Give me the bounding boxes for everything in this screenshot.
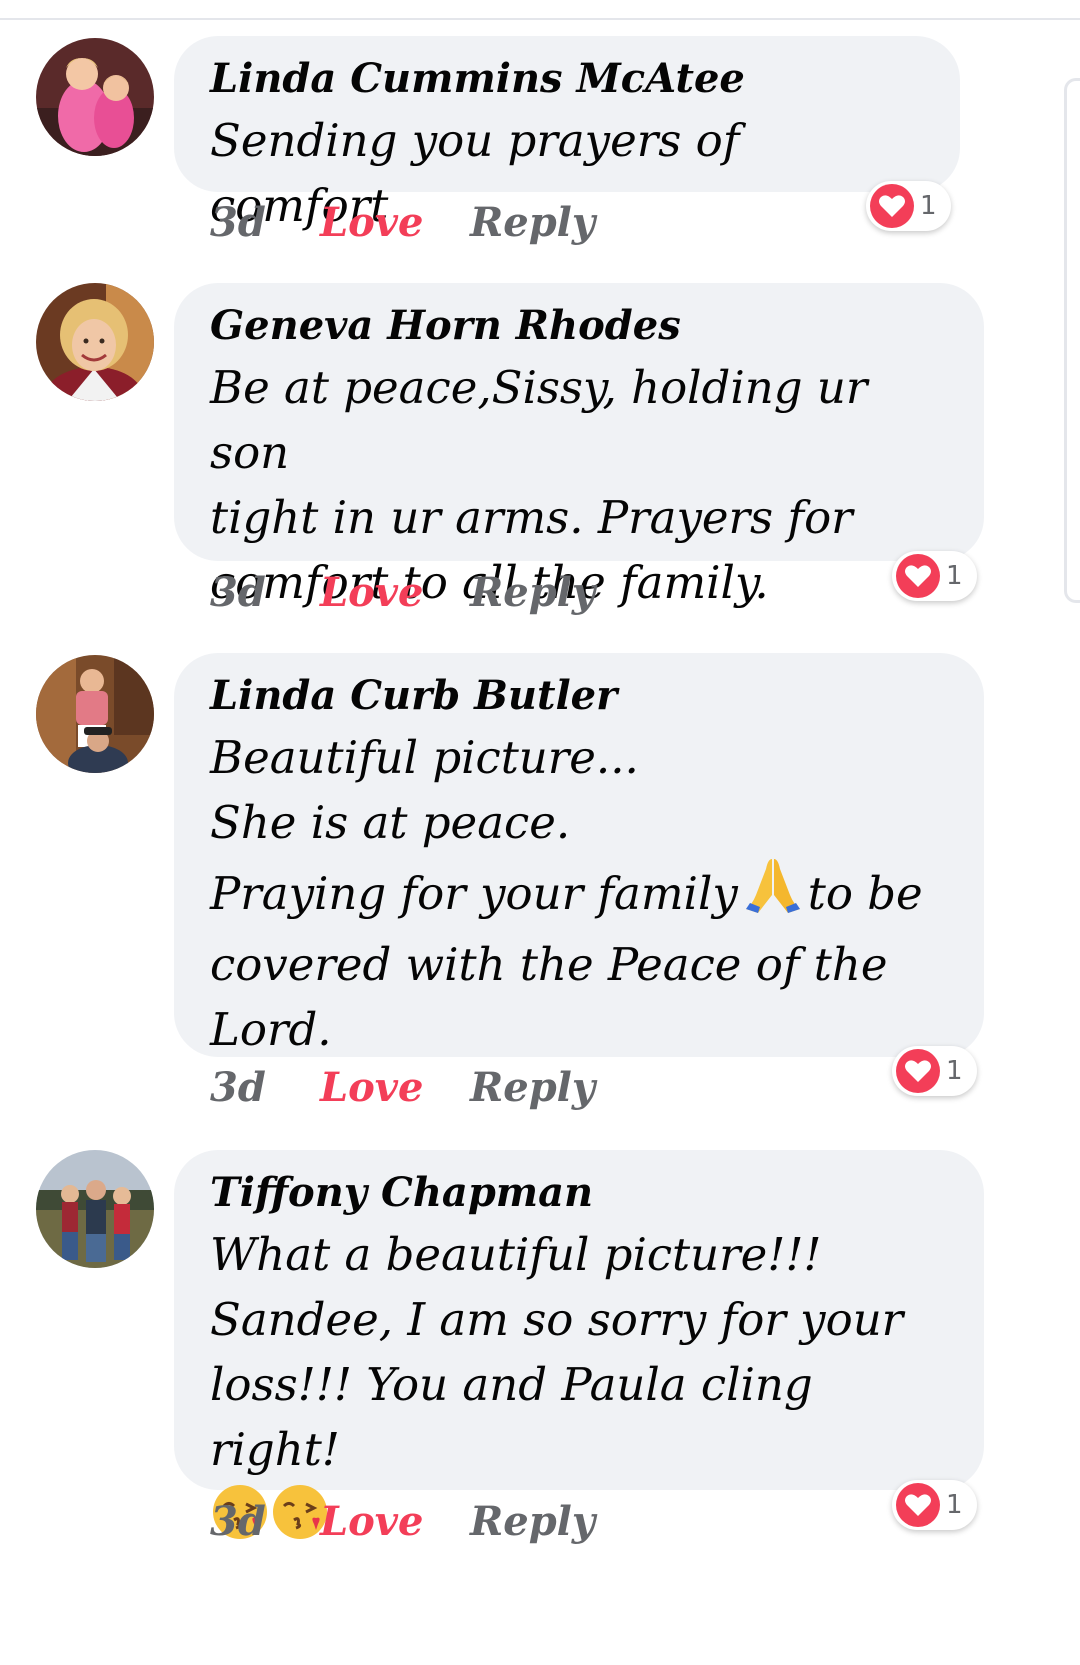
comment-author[interactable]: Linda Cummins McAtee: [210, 50, 926, 108]
love-button[interactable]: Love: [320, 1064, 470, 1111]
comment-actions: 3d Love Reply: [210, 562, 595, 622]
comment-timestamp[interactable]: 3d: [210, 199, 320, 246]
comment-bubble: Tiffony Chapman What a beautiful picture…: [174, 1150, 984, 1539]
heart-icon: [896, 1483, 940, 1527]
reaction-summary[interactable]: 1: [892, 551, 977, 601]
comment-author[interactable]: Linda Curb Butler: [210, 667, 950, 725]
avatar[interactable]: [36, 283, 154, 401]
love-button[interactable]: Love: [320, 199, 470, 246]
reaction-summary[interactable]: 1: [892, 1046, 977, 1096]
comment-line: covered with the Peace of the: [210, 938, 888, 991]
reaction-summary[interactable]: 1: [866, 181, 951, 231]
comment-line: Beautiful picture...: [210, 731, 639, 784]
reaction-count: 1: [920, 191, 937, 221]
reply-button[interactable]: Reply: [470, 199, 595, 246]
top-divider: [0, 18, 1080, 20]
comment-author[interactable]: Geneva Horn Rhodes: [210, 297, 950, 355]
reaction-count: 1: [946, 561, 963, 591]
comment-actions: 3d Love Reply: [210, 192, 595, 252]
comment-author[interactable]: Tiffony Chapman: [210, 1164, 950, 1222]
comment-actions: 3d Love Reply: [210, 1057, 595, 1117]
avatar[interactable]: [36, 38, 154, 156]
comment-bubble: Geneva Horn Rhodes Be at peace,Sissy, ho…: [174, 283, 984, 609]
folded-hands-emoji: [742, 855, 804, 932]
comment-actions: 3d Love Reply: [210, 1491, 595, 1551]
comment-line: tight in ur arms. Prayers for: [210, 491, 853, 544]
comment-timestamp[interactable]: 3d: [210, 1498, 320, 1545]
reaction-count: 1: [946, 1490, 963, 1520]
reply-button[interactable]: Reply: [470, 1498, 595, 1545]
comment-text: Beautiful picture... She is at peace. Pray…: [210, 725, 950, 1062]
comment-line-part: Praying for your family: [210, 867, 738, 920]
comment-line: Sandee, I am so sorry for your: [210, 1293, 904, 1346]
scrollbar[interactable]: [1064, 78, 1080, 603]
comment-line: Be at peace,Sissy, holding ur son: [210, 361, 868, 479]
comment-line: She is at peace.: [210, 796, 571, 849]
avatar[interactable]: [36, 1150, 154, 1268]
comment-line: What a beautiful picture!!!: [210, 1228, 822, 1281]
comment-timestamp[interactable]: 3d: [210, 569, 320, 616]
comment-line: Lord.: [210, 1003, 332, 1056]
reaction-count: 1: [946, 1056, 963, 1086]
heart-icon: [896, 1049, 940, 1093]
comment-line: Praying for your family to be: [210, 855, 950, 932]
reply-button[interactable]: Reply: [470, 1064, 595, 1111]
comment-line-part: to be: [807, 867, 923, 920]
love-button[interactable]: Love: [320, 569, 470, 616]
heart-icon: [870, 184, 914, 228]
comment-timestamp[interactable]: 3d: [210, 1064, 320, 1111]
heart-icon: [896, 554, 940, 598]
love-button[interactable]: Love: [320, 1498, 470, 1545]
reply-button[interactable]: Reply: [470, 569, 595, 616]
comment-bubble: Linda Curb Butler Beautiful picture... Sh…: [174, 653, 984, 1057]
avatar[interactable]: [36, 655, 154, 773]
comment-bubble: Linda Cummins McAtee Sending you prayers…: [174, 36, 960, 232]
reaction-summary[interactable]: 1: [892, 1480, 977, 1530]
comment-line: loss!!! You and Paula cling right!: [210, 1358, 813, 1476]
